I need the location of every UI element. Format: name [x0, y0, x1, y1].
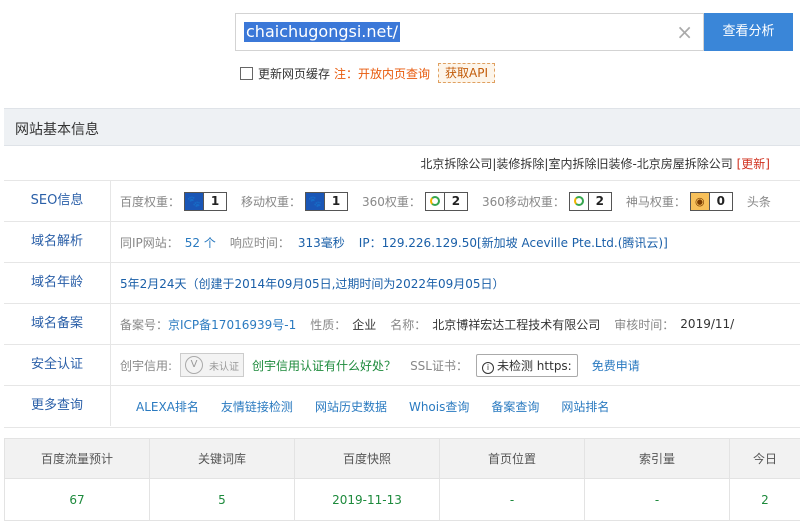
s360m-weight-label: 360移动权重：: [482, 193, 565, 210]
age-label: 域名年龄: [4, 263, 111, 303]
stats-header: 百度快照: [295, 439, 440, 479]
verify-v-icon: V: [185, 356, 203, 374]
nature-label: 性质：: [310, 316, 346, 333]
dns-label: 域名解析: [4, 222, 111, 262]
ip-info[interactable]: IP：129.226.129.50[新加坡 Aceville Pte.Ltd.(…: [359, 234, 668, 251]
site-title: 北京拆除公司|装修拆除|室内拆除旧装修-北京房屋拆除公司: [420, 157, 732, 171]
shenma-weight-badge[interactable]: ◉ 0: [690, 192, 733, 211]
360-logo-icon: [570, 193, 588, 210]
360-logo-icon: [426, 193, 444, 210]
analyze-button[interactable]: 查看分析: [704, 13, 793, 51]
s360-weight-label: 360权重：: [362, 193, 421, 210]
ssl-label: SSL证书：: [410, 357, 468, 374]
icp-row: 域名备案 备案号： 京ICP备17016939号-1 性质： 企业 名称： 北京…: [4, 304, 800, 345]
mobile-weight-badge[interactable]: 🐾 1: [305, 192, 348, 211]
stats-value-row: 67 5 2019-11-13 - - 2: [5, 479, 800, 521]
stats-table: 百度流量预计 关键词库 百度快照 首页位置 索引量 今日 67 5 2019-1…: [4, 438, 800, 521]
site-title-row: 北京拆除公司|装修拆除|室内拆除旧装修-北京房屋拆除公司 [更新]: [4, 146, 800, 181]
friend-link-check[interactable]: 友情链接检测: [221, 398, 293, 415]
response-time-label: 响应时间：: [230, 234, 290, 251]
icp-no-link[interactable]: 京ICP备17016939号-1: [168, 316, 296, 333]
response-time-value: 313毫秒: [298, 234, 345, 251]
audit-time-value: 2019/11/: [680, 317, 734, 331]
shenma-weight-label: 神马权重：: [626, 193, 686, 210]
icp-query-link[interactable]: 备案查询: [491, 398, 539, 415]
stats-value[interactable]: 5: [150, 479, 295, 521]
stats-header: 索引量: [585, 439, 730, 479]
icp-no-label: 备案号：: [120, 316, 168, 333]
s360m-weight-badge[interactable]: 2: [569, 192, 612, 211]
panel-title: 网站基本信息: [15, 119, 99, 139]
free-apply-link[interactable]: 免费申请: [592, 357, 640, 374]
toutiao-weight-label: 头条: [747, 193, 771, 210]
company-name-value: 北京博祥宏达工程技术有限公司: [432, 316, 600, 333]
icp-label: 域名备案: [4, 304, 111, 344]
panel-header: 网站基本信息: [4, 108, 800, 146]
stats-header: 今日: [730, 439, 800, 479]
get-api-button[interactable]: 获取API: [438, 63, 495, 83]
info-icon: i: [482, 362, 494, 374]
credit-label: 创宇信用:: [120, 357, 172, 374]
age-row: 域名年龄 5年2月24天（创建于2014年09月05日,过期时间为2022年09…: [4, 263, 800, 304]
inner-page-note: 注：开放内页查询: [334, 65, 430, 82]
alexa-link[interactable]: ALEXA排名: [136, 398, 199, 415]
whois-link[interactable]: Whois查询: [409, 398, 469, 415]
nature-value: 企业: [352, 316, 376, 333]
more-row: 更多查询 ALEXA排名 友情链接检测 网站历史数据 Whois查询 备案查询 …: [4, 386, 800, 428]
baidu-paw-icon: 🐾: [185, 193, 203, 210]
stats-value: -: [440, 479, 585, 521]
history-data-link[interactable]: 网站历史数据: [315, 398, 387, 415]
stats-value[interactable]: 2019-11-13: [295, 479, 440, 521]
site-rank-link[interactable]: 网站排名: [561, 398, 609, 415]
company-name-label: 名称：: [390, 316, 426, 333]
search-box[interactable]: chaichugongsi.net/ ×: [235, 13, 704, 51]
update-link[interactable]: [更新]: [737, 157, 770, 171]
security-label: 安全认证: [4, 345, 111, 385]
stats-value[interactable]: 67: [5, 479, 150, 521]
domain-age-text: 5年2月24天（创建于2014年09月05日,过期时间为2022年09月05日）: [120, 275, 505, 292]
seo-row: SEO信息 百度权重： 🐾 1 移动权重： 🐾 1 360权重： 2 360移动…: [4, 181, 800, 222]
stats-header: 首页位置: [440, 439, 585, 479]
baidu-weight-badge[interactable]: 🐾 1: [184, 192, 227, 211]
ssl-check-button[interactable]: i未检测 https:: [476, 354, 578, 377]
mobile-weight-label: 移动权重：: [241, 193, 301, 210]
stats-value: -: [585, 479, 730, 521]
shenma-logo-icon: ◉: [691, 193, 709, 210]
audit-time-label: 审核时间：: [614, 316, 674, 333]
stats-header-row: 百度流量预计 关键词库 百度快照 首页位置 索引量 今日: [5, 439, 800, 479]
credit-badge[interactable]: V 未认证: [180, 353, 244, 377]
baidu-paw-icon: 🐾: [306, 193, 324, 210]
refresh-cache-label[interactable]: 更新网页缓存: [258, 65, 330, 82]
clear-icon[interactable]: ×: [676, 20, 693, 44]
baidu-weight-label: 百度权重：: [120, 193, 180, 210]
refresh-cache-checkbox[interactable]: [240, 67, 253, 80]
credit-benefit-link[interactable]: 创宇信用认证有什么好处？: [252, 357, 396, 374]
same-ip-link[interactable]: 52 个: [185, 234, 216, 251]
stats-header: 关键词库: [150, 439, 295, 479]
security-row: 安全认证 创宇信用: V 未认证 创宇信用认证有什么好处？ SSL证书： i未检…: [4, 345, 800, 386]
dns-row: 域名解析 同IP网站： 52 个 响应时间： 313毫秒 IP：129.226.…: [4, 222, 800, 263]
s360-weight-badge[interactable]: 2: [425, 192, 468, 211]
search-input[interactable]: chaichugongsi.net/: [244, 22, 400, 42]
more-label: 更多查询: [4, 386, 111, 426]
seo-label: SEO信息: [4, 181, 111, 221]
options-row: 更新网页缓存 注：开放内页查询 获取API: [240, 64, 495, 82]
same-ip-label: 同IP网站：: [120, 234, 179, 251]
stats-header: 百度流量预计: [5, 439, 150, 479]
stats-value[interactable]: 2: [730, 479, 800, 521]
